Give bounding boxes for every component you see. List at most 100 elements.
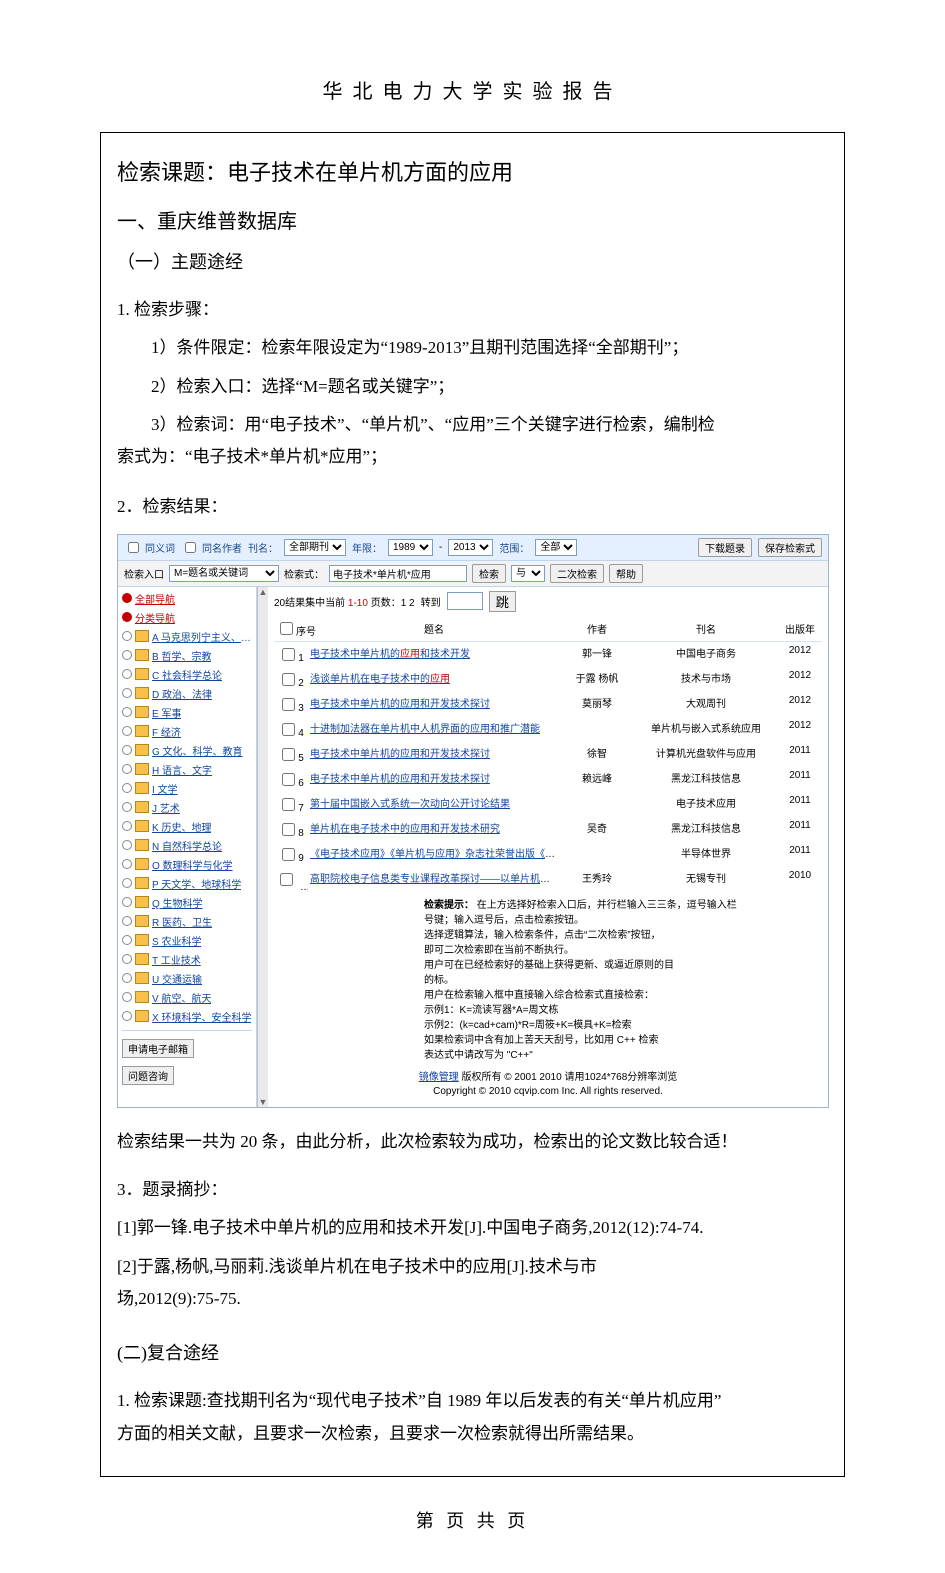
nav-item[interactable]: T 工业技术 — [122, 950, 252, 969]
row-checkbox[interactable] — [282, 723, 295, 736]
nav-item[interactable]: S 农业科学 — [122, 931, 252, 950]
radio-icon — [122, 783, 132, 793]
nav-scrollbar[interactable]: ▲ ▼ — [257, 587, 268, 1107]
row-checkbox[interactable] — [282, 823, 295, 836]
nav-item-link[interactable]: O 数理科学与化学 — [152, 857, 233, 872]
result-title-link[interactable]: 第十届中国嵌入式系统一次动向公开讨论结果 — [310, 799, 510, 810]
mirror-link[interactable]: 镜像管理 — [419, 1072, 459, 1083]
journal-select[interactable]: 全部期刊 — [284, 539, 346, 556]
nav-item-link[interactable]: I 文学 — [152, 781, 178, 796]
expr-label: 检索式： — [284, 566, 324, 581]
research-button[interactable]: 二次检索 — [550, 564, 604, 583]
nav-mail-button[interactable]: 申请电子邮箱 — [122, 1039, 194, 1058]
nav-item-link[interactable]: D 政治、法律 — [152, 686, 212, 701]
row-author: 莫丽琴 — [560, 692, 634, 717]
nav-item[interactable]: G 文化、科学、教育 — [122, 741, 252, 760]
row-checkbox[interactable] — [282, 748, 295, 761]
nav-item-link[interactable]: C 社会科学总论 — [152, 667, 222, 682]
nav-item[interactable]: E 军事 — [122, 703, 252, 722]
row-checkbox[interactable] — [282, 848, 295, 861]
expr-input[interactable] — [329, 565, 467, 582]
row-journal: 中国电子商务 — [634, 641, 778, 667]
nav-item-link[interactable]: R 医药、卫生 — [152, 914, 212, 929]
result-title-link[interactable]: 电子技术中单片机的应用和开发技术探讨 — [310, 774, 490, 785]
nav-item-link[interactable]: S 农业科学 — [152, 933, 201, 948]
nav-consult-button[interactable]: 问题咨询 — [122, 1066, 174, 1085]
chk-same-author[interactable]: 同名作者 — [181, 539, 242, 556]
nav-item[interactable]: X 环境科学、安全科学 — [122, 1007, 252, 1026]
result-title-link[interactable]: 高职院校电子信息类专业课程改革探讨——以单片机应用技术课程开发为例 — [310, 874, 560, 885]
nav-item-link[interactable]: B 哲学、宗教 — [152, 648, 211, 663]
nav-item-link[interactable]: J 艺术 — [152, 800, 180, 815]
search-button[interactable]: 检索 — [472, 564, 506, 583]
select-all-checkbox[interactable] — [280, 622, 293, 635]
nav-item[interactable]: Q 生物科学 — [122, 893, 252, 912]
nav-item-link[interactable]: K 历史、地理 — [152, 819, 211, 834]
scroll-up-icon[interactable]: ▲ — [259, 587, 268, 597]
nav-item[interactable]: F 经济 — [122, 722, 252, 741]
table-header-row: 序号 题名 作者 刊名 出版年 — [274, 616, 822, 642]
row-checkbox[interactable] — [280, 873, 293, 886]
result-title-link[interactable]: 电子技术中单片机的应用和开发技术探讨 — [310, 749, 490, 760]
table-row: 7第十届中国嵌入式系统一次动向公开讨论结果电子技术应用2011 — [274, 792, 822, 817]
save-expr-button[interactable]: 保存检索式 — [758, 538, 822, 557]
goto-input[interactable] — [447, 592, 483, 610]
entry-select[interactable]: M=题名或关键词 — [169, 565, 279, 582]
row-checkbox[interactable] — [282, 648, 295, 661]
nav-item[interactable]: A 马克思列宁主义、毛泽东 — [122, 627, 252, 646]
chk-synonym[interactable]: 同义词 — [124, 539, 175, 556]
nav-item-link[interactable]: X 环境科学、安全科学 — [152, 1009, 251, 1024]
nav-item-link[interactable]: U 交通运输 — [152, 971, 202, 986]
nav-item[interactable]: N 自然科学总论 — [122, 836, 252, 855]
chk-same-author-input[interactable] — [185, 542, 196, 553]
results-count: 20结果集中当前 1-10 页数：1 2 — [274, 594, 415, 609]
year-to-select[interactable]: 2013 — [448, 539, 493, 556]
radio-icon — [122, 669, 132, 679]
download-button[interactable]: 下载题录 — [698, 538, 752, 557]
nav-item[interactable]: V 航空、航天 — [122, 988, 252, 1007]
nav-item-link[interactable]: H 语言、文字 — [152, 762, 212, 777]
bool-select[interactable]: 与 — [511, 565, 545, 582]
nav-item-link[interactable]: P 天文学、地球科学 — [152, 876, 241, 891]
chk-synonym-input[interactable] — [128, 542, 139, 553]
nav-item-link[interactable]: N 自然科学总论 — [152, 838, 222, 853]
result-title-link[interactable]: 十进制加法器在单片机中人机界面的应用和推广潜能 — [310, 724, 540, 735]
nav-item[interactable]: I 文学 — [122, 779, 252, 798]
result-title-link[interactable]: 电子技术中单片机的应用和技术开发 — [310, 649, 470, 660]
nav-item[interactable]: D 政治、法律 — [122, 684, 252, 703]
nav-item-link[interactable]: G 文化、科学、教育 — [152, 743, 243, 758]
radio-icon — [122, 650, 132, 660]
nav-item[interactable]: 全部导航 — [122, 589, 252, 608]
help-button[interactable]: 帮助 — [609, 564, 643, 583]
scroll-down-icon[interactable]: ▼ — [259, 1097, 268, 1107]
nav-item-link[interactable]: T 工业技术 — [152, 952, 201, 967]
row-checkbox[interactable] — [282, 798, 295, 811]
nav-item-link[interactable]: Q 生物科学 — [152, 895, 203, 910]
nav-item-link[interactable]: V 航空、航天 — [152, 990, 211, 1005]
year-from-select[interactable]: 1989 — [388, 539, 433, 556]
nav-item[interactable]: K 历史、地理 — [122, 817, 252, 836]
goto-button[interactable]: 跳 — [489, 591, 516, 612]
nav-item-link[interactable]: A 马克思列宁主义、毛泽东 — [152, 629, 252, 644]
nav-item[interactable]: B 哲学、宗教 — [122, 646, 252, 665]
scope-select[interactable]: 全部 — [535, 539, 577, 556]
result-title-link[interactable]: 浅谈单片机在电子技术中的应用 — [310, 674, 450, 685]
nav-item[interactable]: J 艺术 — [122, 798, 252, 817]
row-checkbox[interactable] — [282, 698, 295, 711]
result-title-link[interactable]: 电子技术中单片机的应用和开发技术探讨 — [310, 699, 490, 710]
nav-item[interactable]: P 天文学、地球科学 — [122, 874, 252, 893]
nav-item[interactable]: R 医药、卫生 — [122, 912, 252, 931]
nav-item[interactable]: O 数理科学与化学 — [122, 855, 252, 874]
nav-item-link[interactable]: 分类导航 — [135, 610, 175, 625]
row-checkbox[interactable] — [282, 773, 295, 786]
nav-item-link[interactable]: E 军事 — [152, 705, 181, 720]
row-checkbox[interactable] — [282, 673, 295, 686]
nav-item-link[interactable]: 全部导航 — [135, 591, 175, 606]
nav-item[interactable]: U 交通运输 — [122, 969, 252, 988]
result-title-link[interactable]: 单片机在电子技术中的应用和开发技术研究 — [310, 824, 500, 835]
nav-item-link[interactable]: F 经济 — [152, 724, 181, 739]
nav-item[interactable]: C 社会科学总论 — [122, 665, 252, 684]
nav-item[interactable]: 分类导航 — [122, 608, 252, 627]
result-title-link[interactable]: 《电子技术应用》《单片机与应用》杂志社荣誉出版《电子技术应用》杂志产品行 — [310, 849, 560, 860]
nav-item[interactable]: H 语言、文字 — [122, 760, 252, 779]
